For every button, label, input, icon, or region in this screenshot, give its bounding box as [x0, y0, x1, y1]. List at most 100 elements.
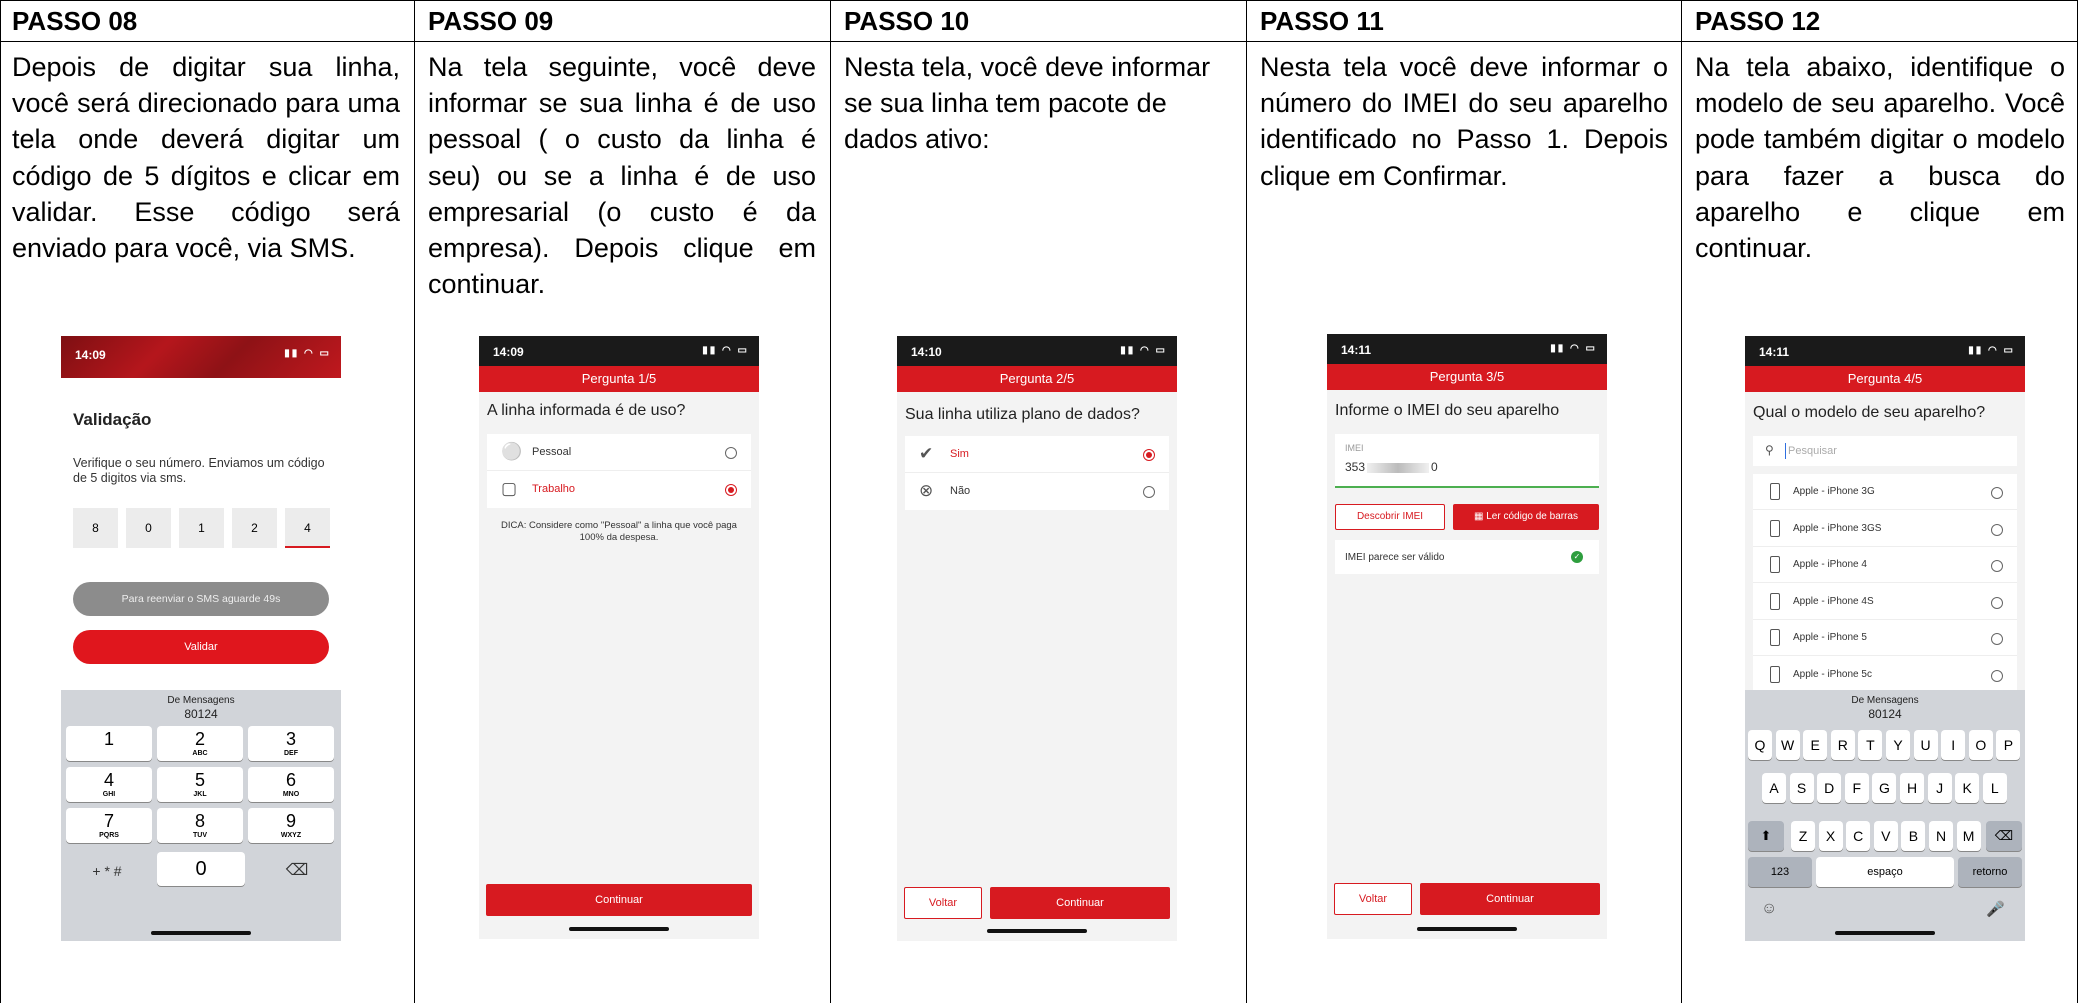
key-z[interactable]: Z — [1791, 821, 1815, 851]
model-option[interactable]: Apple - iPhone 4 — [1753, 547, 2017, 583]
imei-field-label: IMEI — [1345, 443, 1364, 453]
code-digit[interactable]: 0 — [126, 508, 171, 548]
radio-button-selected[interactable] — [1143, 449, 1155, 461]
key-a[interactable]: A — [1762, 773, 1786, 803]
numbers-key[interactable]: 123 — [1748, 857, 1812, 887]
radio-button[interactable] — [1991, 487, 2003, 499]
continue-button[interactable]: Continuar — [990, 887, 1170, 919]
key-u[interactable]: U — [1913, 730, 1938, 760]
key-o[interactable]: O — [1968, 730, 1993, 760]
key-b[interactable]: B — [1901, 821, 1926, 851]
key-k[interactable]: K — [1955, 773, 1980, 803]
key-v[interactable]: V — [1873, 821, 1898, 851]
radio-button-selected[interactable] — [725, 484, 737, 496]
key-6[interactable]: 6 MNO — [248, 767, 334, 802]
back-button[interactable]: Voltar — [1334, 883, 1412, 915]
radio-button[interactable] — [1991, 523, 2003, 536]
key-8[interactable]: 8 TUV — [157, 808, 243, 843]
key-s[interactable]: S — [1789, 773, 1814, 803]
back-button[interactable]: Voltar — [904, 887, 982, 919]
home-indicator — [569, 927, 669, 931]
key-7[interactable]: 7 PQRS — [66, 808, 152, 843]
signal-wifi-battery-icon: ▮▮ ◠ ▭ — [1550, 343, 1597, 354]
search-input[interactable]: ⚲ Pesquisar — [1753, 436, 2017, 466]
backspace-icon[interactable]: ⌫ — [267, 856, 327, 886]
code-digit[interactable]: 2 — [232, 508, 277, 548]
code-digit[interactable]: 1 — [179, 508, 224, 548]
key-e[interactable]: E — [1803, 730, 1828, 760]
sms-suggestion-source[interactable]: De Mensagens — [1745, 695, 2025, 706]
options-card: ⚪ Pessoal ▢ Trabalho — [487, 434, 751, 508]
check-circle-icon: ✔ — [919, 444, 934, 463]
model-option[interactable]: Apple - iPhone 4S — [1753, 584, 2017, 620]
question-header: Pergunta 3/5 — [1327, 364, 1607, 390]
key-j[interactable]: J — [1927, 773, 1952, 803]
resend-sms-button[interactable]: Para reenviar o SMS aguarde 49s — [73, 582, 329, 616]
home-indicator — [1417, 927, 1517, 931]
imei-field[interactable]: IMEI 353 0 — [1335, 434, 1599, 488]
barcode-icon: ▦ — [1474, 511, 1487, 522]
continue-button[interactable]: Continuar — [1420, 883, 1600, 915]
key-p[interactable]: P — [1996, 730, 2021, 760]
shift-icon[interactable]: ⬆ — [1748, 821, 1784, 851]
key-g[interactable]: G — [1872, 773, 1897, 803]
emoji-icon[interactable]: ☺ — [1761, 900, 1777, 918]
key-n[interactable]: N — [1929, 821, 1953, 851]
key-4[interactable]: 4 GHI — [66, 767, 152, 802]
key-5[interactable]: 5 JKL — [157, 767, 243, 802]
radio-button[interactable] — [1991, 669, 2003, 682]
screenshot-data-plan-question: 14:10 ▮▮ ◠ ▭ Pergunta 2/5 Sua linha utili… — [897, 336, 1177, 941]
option-pessoal[interactable]: ⚪ Pessoal — [487, 434, 751, 471]
key-9[interactable]: 9 WXYZ — [248, 808, 334, 843]
validate-button[interactable]: Validar — [73, 630, 329, 664]
radio-button[interactable] — [1991, 596, 2003, 609]
scan-barcode-button[interactable]: ▦ Ler código de barras — [1453, 504, 1599, 530]
option-sim[interactable]: ✔ Sim — [905, 436, 1169, 473]
key-l[interactable]: L — [1982, 773, 2007, 803]
model-option[interactable]: Apple - iPhone 3G — [1753, 474, 2017, 510]
status-bar: 14:11 ▮▮ ◠ ▭ — [1745, 336, 2025, 366]
sms-suggestion-source[interactable]: De Mensagens — [61, 695, 341, 706]
code-input[interactable]: 8 0 1 2 4 — [73, 508, 330, 550]
microphone-icon[interactable]: 🎤 — [1986, 900, 2005, 918]
key-f[interactable]: F — [1844, 773, 1869, 803]
key-w[interactable]: W — [1775, 730, 1800, 760]
key-h[interactable]: H — [1900, 773, 1924, 803]
radio-button[interactable] — [1991, 633, 2003, 645]
radio-button[interactable] — [725, 447, 737, 459]
sms-suggestion-code[interactable]: 80124 — [1745, 707, 2025, 721]
radio-button[interactable] — [1143, 486, 1155, 498]
key-t[interactable]: T — [1858, 730, 1883, 760]
return-key[interactable]: retorno — [1958, 857, 2022, 887]
option-trabalho[interactable]: ▢ Trabalho — [487, 471, 751, 508]
model-option[interactable]: Apple - iPhone 5c — [1753, 657, 2017, 693]
model-option[interactable]: Apple - iPhone 5 — [1753, 620, 2017, 656]
key-x[interactable]: X — [1818, 821, 1843, 851]
key-1[interactable]: 1 — [66, 726, 152, 761]
code-digit[interactable]: 8 — [73, 508, 118, 548]
key-y[interactable]: Y — [1886, 730, 1910, 760]
key-m[interactable]: M — [1956, 821, 1981, 851]
key-r[interactable]: R — [1830, 730, 1855, 760]
key-i[interactable]: I — [1941, 730, 1966, 760]
key-number: 9 — [285, 811, 296, 831]
backspace-icon[interactable]: ⌫ — [1986, 821, 2022, 851]
symbols-key[interactable]: + * # — [77, 856, 137, 886]
key-2[interactable]: 2 ABC — [157, 726, 243, 761]
imei-value-start: 353 — [1345, 460, 1366, 474]
sms-suggestion-code[interactable]: 80124 — [61, 707, 341, 721]
key-c[interactable]: C — [1846, 821, 1871, 851]
step-title: PASSO 12 — [1695, 6, 1821, 36]
key-0[interactable]: 0 — [157, 852, 245, 886]
radio-button[interactable] — [1991, 560, 2003, 572]
space-key[interactable]: espaço — [1816, 857, 1954, 887]
key-3[interactable]: 3 DEF — [248, 726, 334, 761]
model-option[interactable]: Apple - iPhone 3GS — [1753, 511, 2017, 547]
code-digit-active[interactable]: 4 — [285, 508, 330, 548]
option-nao[interactable]: ⊗ Não — [905, 473, 1169, 510]
key-d[interactable]: D — [1817, 773, 1842, 803]
key-q[interactable]: Q — [1748, 730, 1772, 760]
discover-imei-button[interactable]: Descobrir IMEI — [1335, 504, 1445, 530]
column-divider — [1681, 0, 1682, 1003]
continue-button[interactable]: Continuar — [486, 884, 752, 916]
